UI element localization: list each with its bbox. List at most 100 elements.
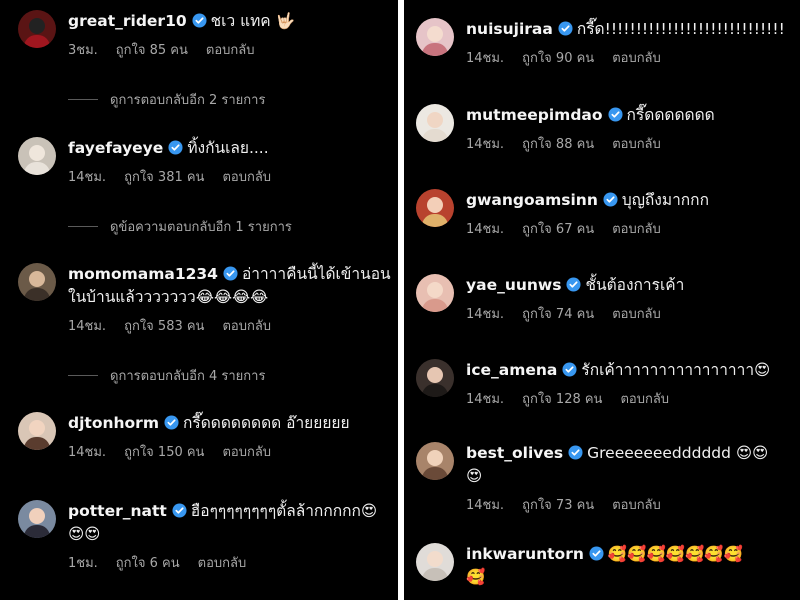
reply-button[interactable]: ตอบกลับ <box>612 303 661 324</box>
comment-item: inkwaruntorn 🥰🥰🥰🥰🥰🥰🥰 🥰 <box>416 543 743 589</box>
comment-text: กรี๊ดดดดดดด <box>626 106 715 124</box>
verified-badge-icon <box>558 21 573 36</box>
comment-text: รักเค้าาาาาาาาาาาาาาาา😍 <box>581 361 771 379</box>
right-comments-panel: nuisujiraa กรี๊ด!!!!!!!!!!!!!!!!!!!!!!!!!… <box>404 0 800 600</box>
comment-time: 14ชม. <box>466 222 505 237</box>
avatar[interactable] <box>18 500 56 538</box>
username[interactable]: yae_uunws <box>466 276 561 294</box>
username[interactable]: best_olives <box>466 444 563 462</box>
comment-item: great_rider10 ชเว แทค 🤟🏻 3ชม. ถูกใจ 85 คน ต… <box>18 10 295 60</box>
like-count[interactable]: ถูกใจ 67 คน <box>522 218 594 239</box>
comment-item: fayefayeye ทิ้งกันเลย.... 14ชม. ถูกใจ 381 … <box>18 137 271 187</box>
view-replies-button[interactable]: ดูข้อความตอบกลับอีก 1 รายการ <box>68 216 292 237</box>
reply-button[interactable]: ตอบกลับ <box>222 315 271 336</box>
comment-text-continued: 😍😍 <box>68 525 101 543</box>
like-count[interactable]: ถูกใจ 6 คน <box>116 552 180 573</box>
reply-button[interactable]: ตอบกลับ <box>620 388 669 409</box>
comment-text: 🥰🥰🥰🥰🥰🥰🥰 <box>607 545 743 563</box>
like-count[interactable]: ถูกใจ 74 คน <box>522 303 594 324</box>
reply-button[interactable]: ตอบกลับ <box>222 166 271 187</box>
verified-badge-icon <box>566 277 582 292</box>
like-count[interactable]: ถูกใจ 90 คน <box>522 47 594 68</box>
comment-item: nuisujiraa กรี๊ด!!!!!!!!!!!!!!!!!!!!!!!!!… <box>416 18 785 68</box>
like-count[interactable]: ถูกใจ 583 คน <box>124 315 204 336</box>
username[interactable]: gwangoamsinn <box>466 191 598 209</box>
avatar[interactable] <box>416 18 454 56</box>
comment-text: ทิ้งกันเลย.... <box>187 139 269 157</box>
verified-badge-icon <box>568 445 583 460</box>
username[interactable]: mutmeepimdao <box>466 106 603 124</box>
comment-text-continued: 🥰 <box>466 568 486 586</box>
view-replies-label: ดูการตอบกลับอีก 2 รายการ <box>110 93 266 108</box>
verified-badge-icon <box>562 362 577 377</box>
username[interactable]: ice_amena <box>466 361 557 379</box>
comment-time: 3ชม. <box>68 43 98 58</box>
comment-text-continued: ในบ้านแล้ววววววว😂😂😂😂 <box>68 288 269 306</box>
avatar[interactable] <box>18 10 56 48</box>
comment-item: momomama1234 อ่าาาาคืนนี้ได้เข้านอน ในบ้า… <box>18 263 391 336</box>
avatar[interactable] <box>416 104 454 142</box>
avatar[interactable] <box>416 189 454 227</box>
comment-time: 14ชม. <box>466 51 505 66</box>
verified-badge-icon <box>589 546 604 561</box>
reply-button[interactable]: ตอบกลับ <box>198 552 247 573</box>
view-replies-button[interactable]: ดูการตอบกลับอีก 2 รายการ <box>68 89 265 110</box>
verified-badge-icon <box>603 192 618 207</box>
comment-item: djtonhorm กรี๊ดดดดดดดด อ๊ายยยยย 14ชม. ถูกใ… <box>18 412 350 462</box>
username[interactable]: fayefayeye <box>68 139 163 157</box>
comment-text: ฮือๆๆๆๆๆๆๆๆตั้ลล้ากกกกก😍 <box>190 502 378 520</box>
reply-button[interactable]: ตอบกลับ <box>206 39 255 60</box>
like-count[interactable]: ถูกใจ 128 คน <box>522 388 602 409</box>
like-count[interactable]: ถูกใจ 88 คน <box>522 133 594 154</box>
like-count[interactable]: ถูกใจ 73 คน <box>522 494 594 515</box>
comment-text: Greeeeeeedddddd 😍😍 <box>587 444 769 462</box>
reply-button[interactable]: ตอบกลับ <box>612 494 661 515</box>
comment-item: gwangoamsinn บุญถึงมากกก 14ชม. ถูกใจ 67 คน… <box>416 189 709 239</box>
comment-text: อ่าาาาคืนนี้ได้เข้านอน <box>241 265 391 283</box>
comment-item: potter_natt ฮือๆๆๆๆๆๆๆๆตั้ลล้ากกกกก😍 😍😍 1… <box>18 500 377 573</box>
verified-badge-icon <box>192 13 207 28</box>
reply-button[interactable]: ตอบกลับ <box>612 133 661 154</box>
view-replies-button[interactable]: ดูการตอบกลับอีก 4 รายการ <box>68 365 265 386</box>
avatar[interactable] <box>416 442 454 480</box>
avatar[interactable] <box>416 274 454 312</box>
like-count[interactable]: ถูกใจ 150 คน <box>124 441 204 462</box>
reply-button[interactable]: ตอบกลับ <box>222 441 271 462</box>
avatar[interactable] <box>18 263 56 301</box>
comment-item: yae_uunws ชั้นต้องการเค้า 14ชม. ถูกใจ 74 ค… <box>416 274 684 324</box>
comment-text: กรี๊ด!!!!!!!!!!!!!!!!!!!!!!!!!!!!! <box>576 20 785 38</box>
verified-badge-icon <box>168 140 183 155</box>
username[interactable]: djtonhorm <box>68 414 159 432</box>
username[interactable]: potter_natt <box>68 502 167 520</box>
reply-button[interactable]: ตอบกลับ <box>612 218 661 239</box>
comment-text: กรี๊ดดดดดดดด อ๊ายยยยย <box>182 414 350 432</box>
verified-badge-icon <box>172 503 187 518</box>
username[interactable]: great_rider10 <box>68 12 187 30</box>
comment-time: 14ชม. <box>466 307 505 322</box>
comment-text: ชั้นต้องการเค้า <box>585 276 685 294</box>
avatar[interactable] <box>18 137 56 175</box>
verified-badge-icon <box>223 266 238 281</box>
like-count[interactable]: ถูกใจ 85 คน <box>116 39 188 60</box>
comment-time: 14ชม. <box>68 445 107 460</box>
comment-item: ice_amena รักเค้าาาาาาาาาาาาาาาา😍 14ชม. ถู… <box>416 359 770 409</box>
avatar[interactable] <box>18 412 56 450</box>
avatar[interactable] <box>416 543 454 581</box>
verified-badge-icon <box>608 107 623 122</box>
avatar[interactable] <box>416 359 454 397</box>
username[interactable]: nuisujiraa <box>466 20 553 38</box>
username[interactable]: momomama1234 <box>68 265 218 283</box>
comment-time: 14ชม. <box>68 170 107 185</box>
left-comments-panel: great_rider10 ชเว แทค 🤟🏻 3ชม. ถูกใจ 85 คนต… <box>0 0 398 600</box>
comment-time: 14ชม. <box>466 392 505 407</box>
view-replies-label: ดูข้อความตอบกลับอีก 1 รายการ <box>110 220 292 235</box>
divider-line <box>68 375 98 376</box>
comment-time: 14ชม. <box>466 137 505 152</box>
comment-time: 14ชม. <box>466 498 505 513</box>
username[interactable]: inkwaruntorn <box>466 545 584 563</box>
reply-button[interactable]: ตอบกลับ <box>612 47 661 68</box>
view-replies-label: ดูการตอบกลับอีก 4 รายการ <box>110 369 266 384</box>
divider-line <box>68 99 98 100</box>
comment-text: ชเว แทค 🤟🏻 <box>210 12 295 30</box>
like-count[interactable]: ถูกใจ 381 คน <box>124 166 204 187</box>
